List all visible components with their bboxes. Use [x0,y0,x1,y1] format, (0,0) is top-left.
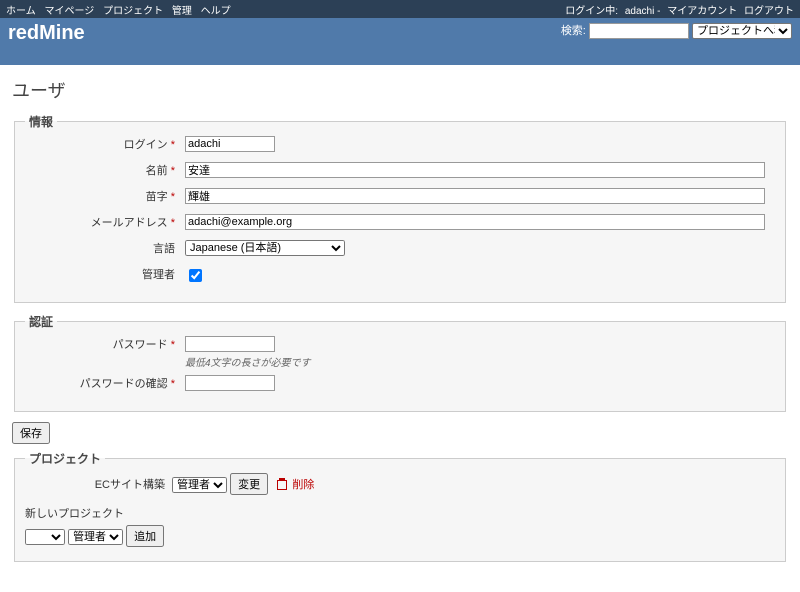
project-name-label: ECサイト構築 [85,476,165,492]
project-membership-row: ECサイト構築 管理者 削除 [25,473,775,495]
nav-logout[interactable]: ログアウト [744,6,794,17]
password-confirm-field[interactable] [185,375,275,391]
search-input[interactable] [589,23,689,39]
password-field[interactable] [185,336,275,352]
logged-user-link[interactable]: adachi [625,6,654,17]
auth-legend: 認証 [25,313,57,330]
new-project-select[interactable] [25,529,65,545]
projects-fieldset: プロジェクト ECサイト構築 管理者 削除 新しいプロジェクト 管理者 [14,450,786,562]
language-label: 言語 [25,240,175,256]
lastname-field[interactable] [185,188,765,204]
save-button[interactable] [12,422,50,444]
projects-legend: プロジェクト [25,450,105,467]
admin-checkbox[interactable] [189,269,202,282]
firstname-label: 名前 * [25,162,175,178]
page-title: ユーザ [12,77,788,103]
lastname-label: 苗字 * [25,188,175,204]
main: ユーザ 情報 ログイン * 名前 * 苗字 * メールアドレス * 言語 Jap… [0,65,800,592]
password-label: パスワード * [25,336,175,352]
admin-label: 管理者 [25,266,175,282]
project-role-select[interactable]: 管理者 [172,477,227,493]
password-confirm-label: パスワードの確認 * [25,375,175,391]
delete-link[interactable]: 削除 [292,479,314,491]
mail-field[interactable] [185,214,765,230]
login-label: ログイン * [25,136,175,152]
trash-icon [277,480,287,490]
nav-help[interactable]: ヘルプ [201,6,231,17]
logged-as-label: ログイン中: [565,6,618,17]
nav-projects[interactable]: プロジェクト [103,6,163,17]
project-jump-select[interactable]: プロジェクトへ移動... [692,23,792,39]
new-project-role-select[interactable]: 管理者 [68,529,123,545]
nav-home[interactable]: ホーム [6,6,36,17]
new-project-section: 新しいプロジェクト 管理者 [25,505,775,547]
quick-search: 検索: プロジェクトへ移動... [561,22,792,39]
info-fieldset: 情報 ログイン * 名前 * 苗字 * メールアドレス * 言語 Japanes… [14,113,786,303]
header: 検索: プロジェクトへ移動... redMine [0,18,800,65]
add-button[interactable] [126,525,164,547]
firstname-field[interactable] [185,162,765,178]
change-button[interactable] [230,473,268,495]
mail-label: メールアドレス * [25,214,175,230]
new-project-label: 新しいプロジェクト [25,505,775,521]
info-legend: 情報 [25,113,57,130]
auth-fieldset: 認証 パスワード * 最低4文字の長さが必要です パスワードの確認 * [14,313,786,412]
password-hint: 最低4文字の長さが必要です [185,354,775,369]
top-menu: ホーム マイページ プロジェクト 管理 ヘルプ ログイン中: adachi - … [0,0,800,18]
login-field[interactable] [185,136,275,152]
nav-my-account[interactable]: マイアカウント [667,6,737,17]
language-select[interactable]: Japanese (日本語) [185,240,345,256]
search-label: 検索: [561,25,586,37]
nav-mypage[interactable]: マイページ [44,6,94,17]
nav-admin[interactable]: 管理 [172,6,192,17]
